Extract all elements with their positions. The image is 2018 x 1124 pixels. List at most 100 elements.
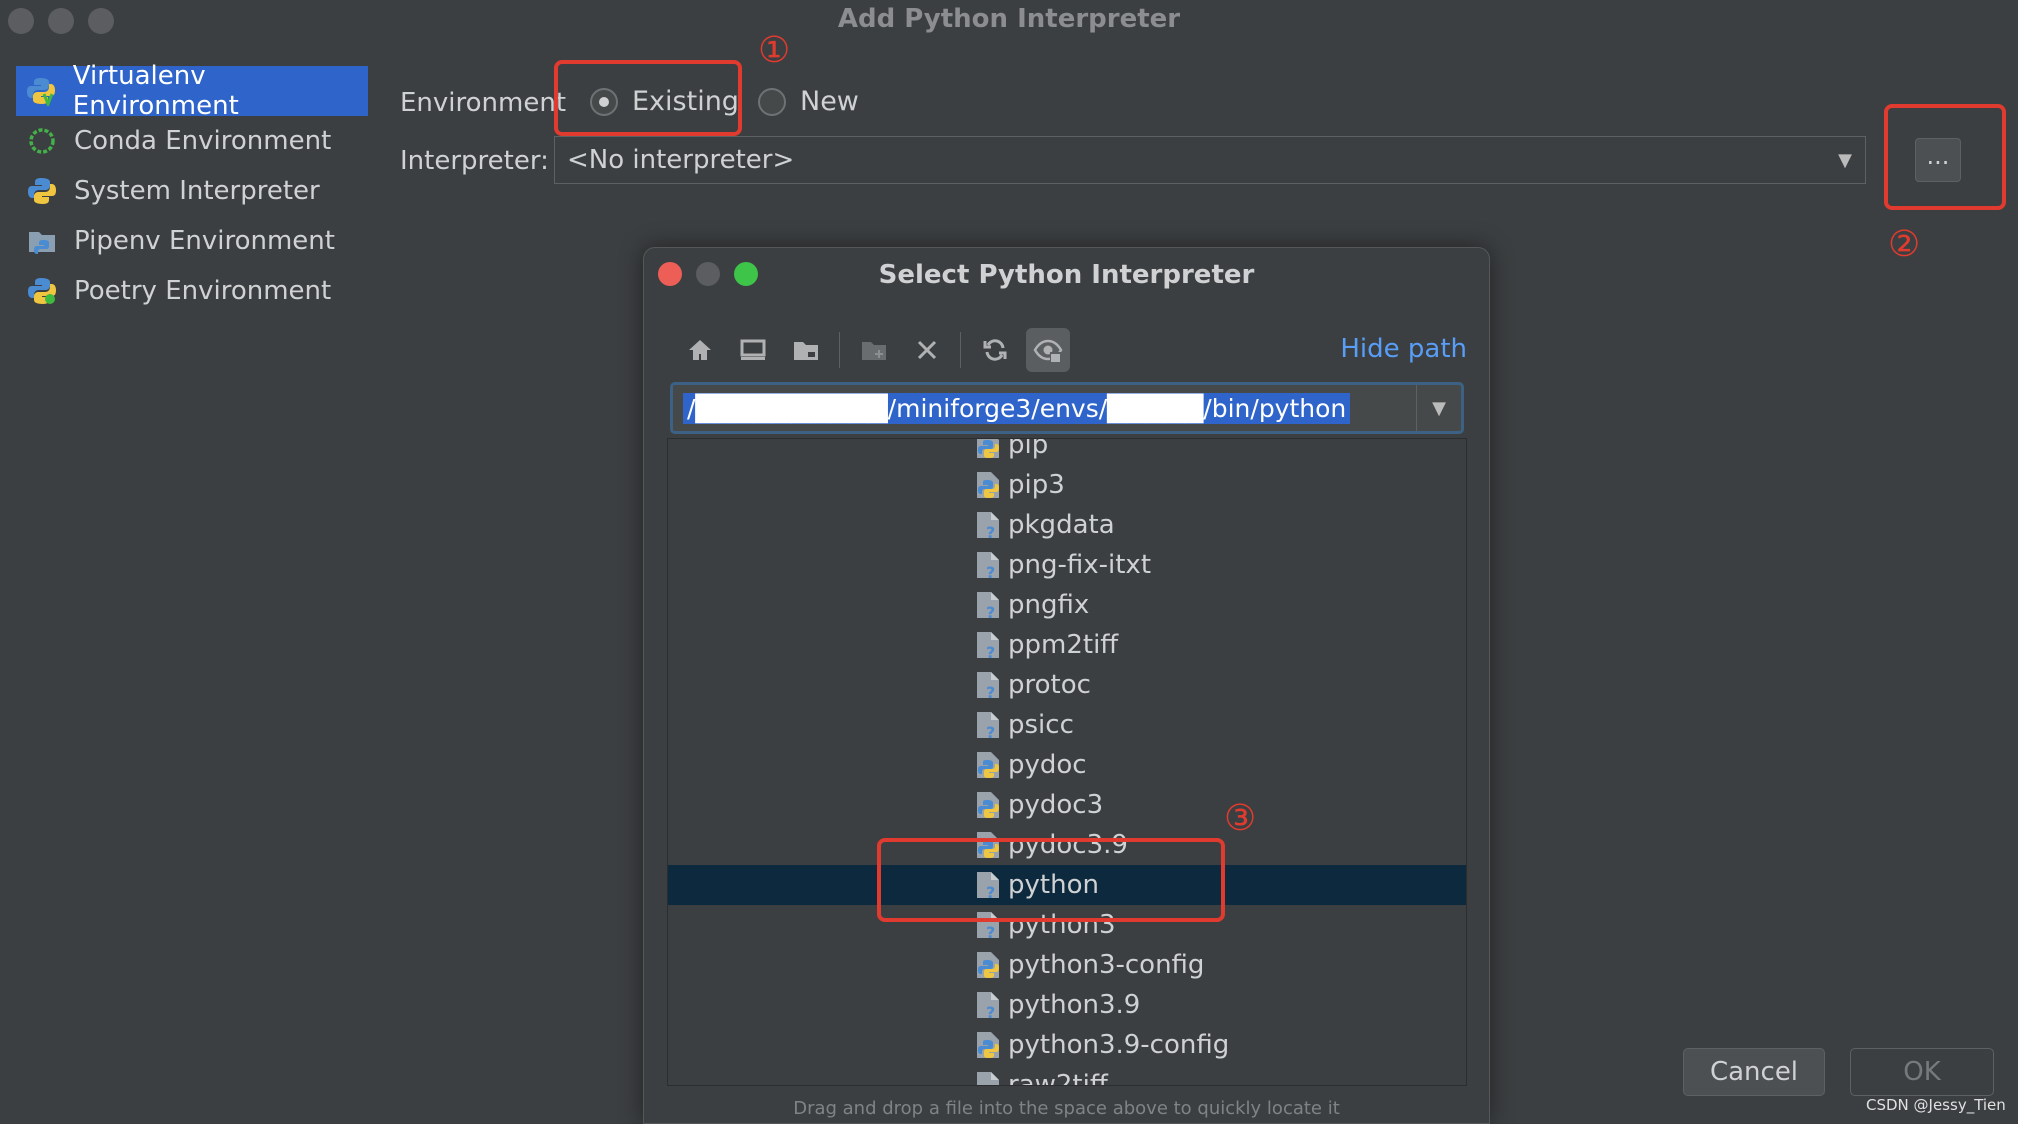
drag-drop-hint: Drag and drop a file into the space abov…	[793, 1098, 1340, 1119]
unknown-file-icon: ?	[974, 1070, 1002, 1086]
poetry-icon	[26, 275, 58, 307]
file-row[interactable]: ? pngfix	[668, 585, 1466, 625]
new-folder-icon[interactable]	[852, 328, 896, 372]
python-virtualenv-icon	[26, 75, 57, 107]
annotation-box-2	[1884, 104, 2006, 210]
file-row[interactable]: ? pkgdata	[668, 505, 1466, 545]
file-name: psicc	[1008, 710, 1074, 740]
python-file-icon	[974, 439, 1002, 460]
annotation-number-1: ①	[758, 30, 791, 71]
svg-text:?: ?	[986, 563, 995, 579]
watermark: CSDN @Jessy_Tien	[1866, 1096, 2006, 1114]
file-name: python3-config	[1008, 950, 1205, 980]
annotation-box-1	[554, 60, 742, 136]
environment-label: Environment	[400, 88, 567, 118]
window-title: Add Python Interpreter	[837, 4, 1181, 34]
svg-text:?: ?	[986, 723, 995, 739]
file-row[interactable]: pip3	[668, 465, 1466, 505]
unknown-file-icon: ?	[974, 670, 1002, 700]
svg-text:?: ?	[986, 603, 995, 619]
unknown-file-icon: ?	[974, 550, 1002, 580]
delete-icon[interactable]	[905, 328, 949, 372]
svg-text:?: ?	[986, 683, 995, 699]
ok-button[interactable]: OK	[1850, 1048, 1994, 1096]
file-name: pngfix	[1008, 590, 1090, 620]
sidebar-item-poetry[interactable]: Poetry Environment	[16, 266, 368, 316]
file-name: pip3	[1008, 470, 1065, 500]
file-list: pip pip3? pkgdata? png-fix-itxt? pngfix? ppm2…	[668, 439, 1466, 1086]
python-file-icon	[974, 750, 1002, 780]
unknown-file-icon: ?	[974, 630, 1002, 660]
select-interpreter-dialog: Select Python Interpreter Hide path /███…	[643, 247, 1490, 1124]
sidebar-item-pipenv[interactable]: Pipenv Environment	[16, 216, 368, 266]
file-name: pkgdata	[1008, 510, 1115, 540]
python-file-icon	[974, 470, 1002, 500]
python-file-icon	[974, 790, 1002, 820]
file-name: ppm2tiff	[1008, 630, 1119, 660]
unknown-file-icon: ?	[974, 510, 1002, 540]
conda-icon	[26, 125, 58, 157]
svg-text:?: ?	[986, 523, 995, 539]
toolbar-separator	[960, 332, 961, 368]
dialog-title: Select Python Interpreter	[878, 260, 1255, 290]
annotation-number-3: ③	[1224, 798, 1257, 839]
file-name: png-fix-itxt	[1008, 550, 1152, 580]
new-radio[interactable]: New	[758, 86, 859, 117]
unknown-file-icon: ?	[974, 590, 1002, 620]
sidebar-item-conda[interactable]: Conda Environment	[16, 116, 368, 166]
annotation-box-3	[877, 838, 1225, 922]
file-row[interactable]: python3-config	[668, 945, 1466, 985]
svg-text:?: ?	[986, 643, 995, 659]
environment-type-list: Virtualenv Environment Conda Environment…	[16, 61, 368, 316]
file-row[interactable]: ? psicc	[668, 705, 1466, 745]
python-file-icon	[974, 950, 1002, 980]
file-row[interactable]: python3.9-config	[668, 1025, 1466, 1065]
file-name: pydoc3	[1008, 790, 1104, 820]
file-row[interactable]: ? png-fix-itxt	[668, 545, 1466, 585]
sidebar-item-virtualenv[interactable]: Virtualenv Environment	[16, 61, 368, 121]
file-tree[interactable]: pip pip3? pkgdata? png-fix-itxt? pngfix? ppm2…	[667, 438, 1467, 1086]
radio-circle	[758, 87, 786, 116]
file-row[interactable]: ? python3.9	[668, 985, 1466, 1025]
unknown-file-icon: ?	[974, 990, 1002, 1020]
path-input[interactable]: /██████████/miniforge3/envs/█████/bin/py…	[670, 382, 1464, 434]
sidebar-item-label: Conda Environment	[74, 126, 332, 156]
show-hidden-icon[interactable]	[1026, 328, 1070, 372]
interpreter-value: <No interpreter>	[567, 145, 795, 175]
file-row[interactable]: ? ppm2tiff	[668, 625, 1466, 665]
hide-path-link[interactable]: Hide path	[1340, 334, 1467, 364]
file-name: python3.9	[1008, 990, 1141, 1020]
interpreter-dropdown[interactable]: <No interpreter> ▼	[554, 136, 1866, 184]
svg-text:?: ?	[986, 1083, 995, 1086]
file-name: python3.9-config	[1008, 1030, 1230, 1060]
file-row[interactable]: ? raw2tiff	[668, 1065, 1466, 1086]
interpreter-label: Interpreter:	[400, 146, 549, 176]
annotation-number-2: ②	[1888, 224, 1921, 265]
sidebar-item-label: Poetry Environment	[74, 276, 332, 306]
file-name: raw2tiff	[1008, 1070, 1108, 1086]
file-toolbar	[678, 328, 1079, 372]
file-row[interactable]: pip	[668, 439, 1466, 465]
home-icon[interactable]	[678, 328, 722, 372]
file-row[interactable]: pydoc	[668, 745, 1466, 785]
unknown-file-icon: ?	[974, 710, 1002, 740]
sidebar-item-system-interpreter[interactable]: System Interpreter	[16, 166, 368, 216]
file-name: pydoc	[1008, 750, 1087, 780]
chevron-down-icon[interactable]: ▼	[1416, 385, 1461, 431]
file-row[interactable]: pydoc3	[668, 785, 1466, 825]
project-folder-icon[interactable]	[784, 328, 828, 372]
file-name: protoc	[1008, 670, 1091, 700]
pipenv-icon	[26, 225, 58, 257]
cancel-button[interactable]: Cancel	[1683, 1048, 1825, 1096]
python-icon	[26, 175, 58, 207]
file-row[interactable]: ? protoc	[668, 665, 1466, 705]
sidebar-item-label: Pipenv Environment	[74, 226, 335, 256]
refresh-icon[interactable]	[973, 328, 1017, 372]
path-input-value: /██████████/miniforge3/envs/█████/bin/py…	[683, 392, 1351, 424]
chevron-down-icon: ▼	[1838, 149, 1852, 171]
new-radio-label: New	[800, 86, 859, 117]
toolbar-separator	[839, 332, 840, 368]
desktop-icon[interactable]	[731, 328, 775, 372]
svg-text:?: ?	[986, 923, 995, 939]
sidebar-item-label: System Interpreter	[74, 176, 320, 206]
